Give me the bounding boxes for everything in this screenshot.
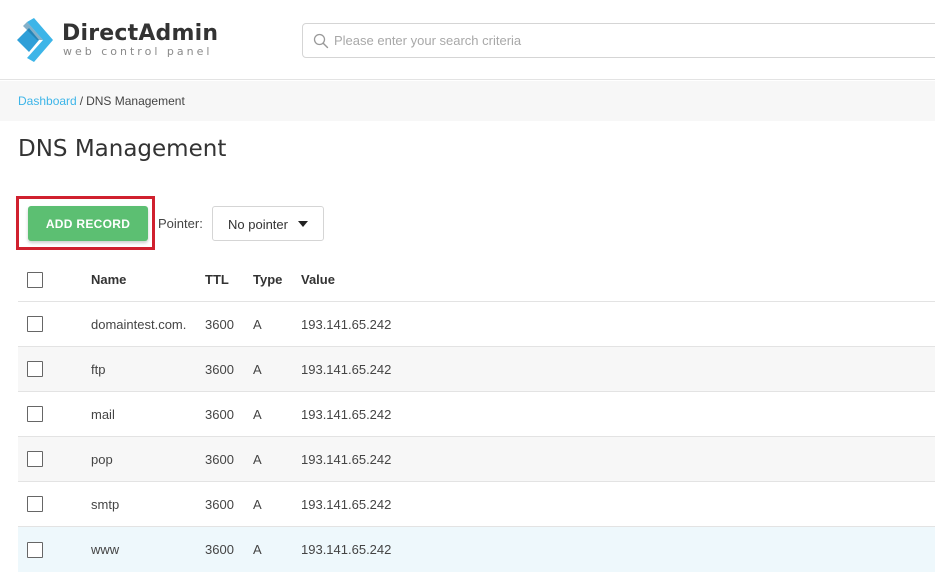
table-row[interactable]: ftp 3600 A 193.141.65.242 (18, 347, 935, 392)
pointer-label: Pointer: (158, 216, 203, 231)
record-name: domaintest.com. (91, 316, 187, 332)
record-value: 193.141.65.242 (301, 496, 392, 512)
record-ttl: 3600 (205, 451, 234, 467)
page-title: DNS Management (18, 136, 227, 162)
table-header-row: Name TTL Type Value (18, 258, 935, 302)
record-value: 193.141.65.242 (301, 361, 392, 377)
logo-title: DirectAdmin (62, 21, 219, 46)
breadcrumb-bar: Dashboard / DNS Management (0, 81, 935, 121)
column-header-value[interactable]: Value (301, 258, 335, 301)
breadcrumb: Dashboard / DNS Management (18, 94, 185, 108)
search-box[interactable] (302, 23, 935, 58)
record-ttl: 3600 (205, 406, 234, 422)
record-type: A (253, 451, 262, 467)
search-icon (313, 33, 329, 49)
table-row[interactable]: mail 3600 A 193.141.65.242 (18, 392, 935, 437)
select-all-checkbox[interactable] (27, 271, 43, 288)
record-ttl: 3600 (205, 316, 234, 332)
record-ttl: 3600 (205, 361, 234, 377)
dns-records-table: Name TTL Type Value domaintest.com. 3600… (18, 258, 935, 572)
row-checkbox-cell (27, 527, 43, 572)
column-header-name[interactable]: Name (91, 258, 126, 301)
row-checkbox[interactable] (27, 361, 43, 377)
record-value: 193.141.65.242 (301, 542, 392, 557)
record-name: smtp (91, 496, 120, 512)
column-header-type[interactable]: Type (253, 258, 282, 301)
column-header-ttl[interactable]: TTL (205, 258, 229, 301)
record-value: 193.141.65.242 (301, 316, 392, 332)
breadcrumb-dashboard-link[interactable]: Dashboard (18, 94, 77, 108)
breadcrumb-separator: / (79, 94, 84, 108)
row-checkbox[interactable] (27, 496, 43, 512)
record-name: www (91, 542, 120, 557)
breadcrumb-current: DNS Management (86, 94, 185, 108)
row-checkbox[interactable] (27, 451, 43, 467)
record-type: A (253, 496, 262, 512)
record-ttl: 3600 (205, 496, 234, 512)
row-checkbox[interactable] (27, 316, 43, 332)
top-bar: DirectAdmin web control panel (0, 0, 935, 80)
table-row[interactable]: pop 3600 A 193.141.65.242 (18, 437, 935, 482)
record-value: 193.141.65.242 (301, 406, 392, 422)
add-record-button[interactable]: ADD RECORD (28, 206, 148, 241)
row-checkbox-cell (27, 347, 43, 391)
logo-icon (17, 18, 53, 62)
pointer-select[interactable]: No pointer (212, 206, 324, 241)
logo-subtitle: web control panel (63, 45, 213, 58)
row-checkbox[interactable] (27, 541, 43, 558)
record-name: mail (91, 406, 115, 422)
table-row[interactable]: smtp 3600 A 193.141.65.242 (18, 482, 935, 527)
table-row[interactable]: www 3600 A 193.141.65.242 (18, 527, 935, 572)
record-type: A (253, 542, 262, 557)
record-type: A (253, 406, 262, 422)
table-row[interactable]: domaintest.com. 3600 A 193.141.65.242 (18, 302, 935, 347)
row-checkbox-cell (27, 482, 43, 526)
caret-down-icon (298, 221, 308, 227)
directadmin-logo[interactable]: DirectAdmin web control panel (17, 18, 219, 64)
header-checkbox-cell (27, 258, 43, 301)
record-ttl: 3600 (205, 542, 234, 557)
record-type: A (253, 316, 262, 332)
record-name: pop (91, 451, 113, 467)
record-type: A (253, 361, 262, 377)
row-checkbox[interactable] (27, 406, 43, 422)
record-name: ftp (91, 361, 106, 377)
row-checkbox-cell (27, 437, 43, 481)
search-input[interactable] (334, 25, 924, 56)
pointer-select-value: No pointer (228, 217, 288, 232)
row-checkbox-cell (27, 302, 43, 346)
row-checkbox-cell (27, 392, 43, 436)
record-value: 193.141.65.242 (301, 451, 392, 467)
